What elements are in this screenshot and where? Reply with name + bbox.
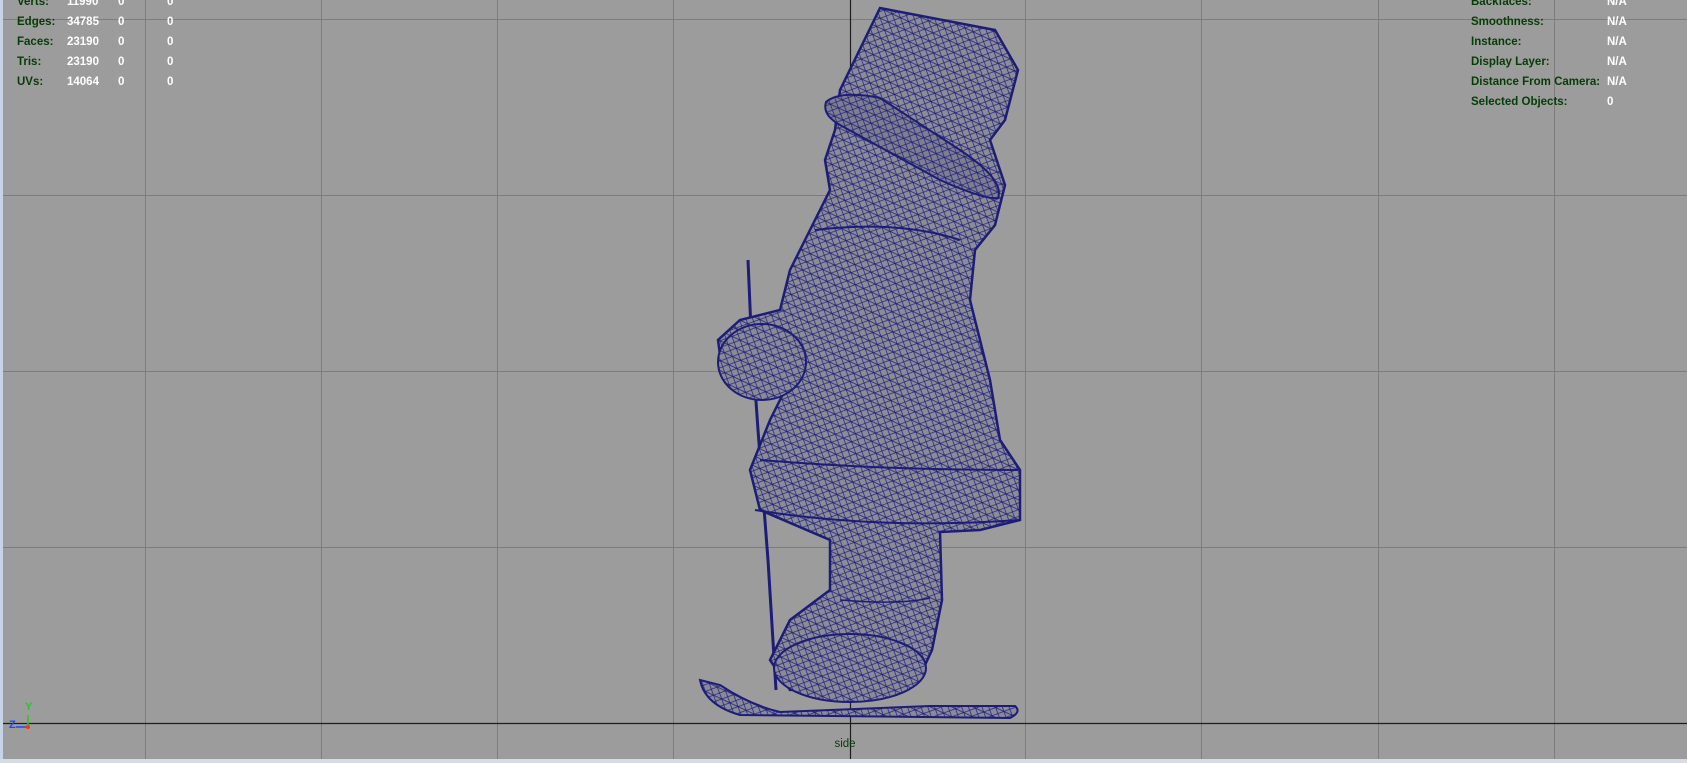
snowman-wireframe-model[interactable]: [698, 6, 1022, 720]
hud-value: N/A: [1607, 0, 1627, 8]
hud-label: Verts:: [17, 0, 49, 8]
hud-label: Instance:: [1471, 36, 1522, 48]
hud-label: Selected Objects:: [1471, 96, 1568, 108]
axis-z-label: Z: [9, 719, 16, 731]
hud-label: UVs:: [17, 76, 44, 88]
hud-value: 23190: [67, 36, 99, 48]
hud-value: N/A: [1607, 56, 1627, 68]
hud-value: 14064: [67, 76, 99, 88]
hud-value: 0: [118, 16, 125, 28]
hud-value: 11990: [67, 0, 99, 8]
hud-label: Distance From Camera:: [1471, 76, 1601, 88]
hud-value: 0: [167, 76, 174, 88]
hud-value: 0: [118, 36, 125, 48]
viewport-left-border: [0, 0, 3, 763]
side-viewport[interactable]: Verts: 11990 0 0 Edges: 34785 0 0 Faces:…: [0, 0, 1687, 763]
hud-label: Tris:: [17, 56, 42, 68]
viewport-bottom-border: [0, 759, 1687, 763]
hud-value: N/A: [1607, 36, 1627, 48]
hud-value: 0: [167, 36, 174, 48]
poly-count-hud: Verts: 11990 0 0 Edges: 34785 0 0 Faces:…: [17, 0, 217, 88]
hud-value: 0: [167, 16, 174, 28]
axis-y-label: Y: [25, 701, 33, 713]
hud-label: Smoothness:: [1471, 16, 1544, 28]
axis-indicator: Y Z: [8, 701, 38, 737]
hud-label: Display Layer:: [1471, 56, 1550, 68]
viewport-grid: [0, 0, 1687, 763]
hud-value: 0: [118, 76, 125, 88]
hud-value: N/A: [1607, 16, 1627, 28]
hud-value: 34785: [67, 16, 99, 28]
hud-value: 0: [118, 56, 125, 68]
camera-name-label: side: [834, 738, 856, 750]
hud-label: Faces:: [17, 36, 54, 48]
hud-value: 0: [1607, 96, 1614, 108]
object-details-hud: Backfaces: N/A Smoothness: N/A Instance:…: [1471, 0, 1681, 108]
hud-label: Backfaces:: [1471, 0, 1532, 8]
hud-value: 23190: [67, 56, 99, 68]
hud-value: 0: [118, 0, 125, 8]
hud-value: 0: [167, 56, 174, 68]
hud-value: 0: [167, 0, 174, 8]
hud-value: N/A: [1607, 76, 1627, 88]
hud-label: Edges:: [17, 16, 56, 28]
